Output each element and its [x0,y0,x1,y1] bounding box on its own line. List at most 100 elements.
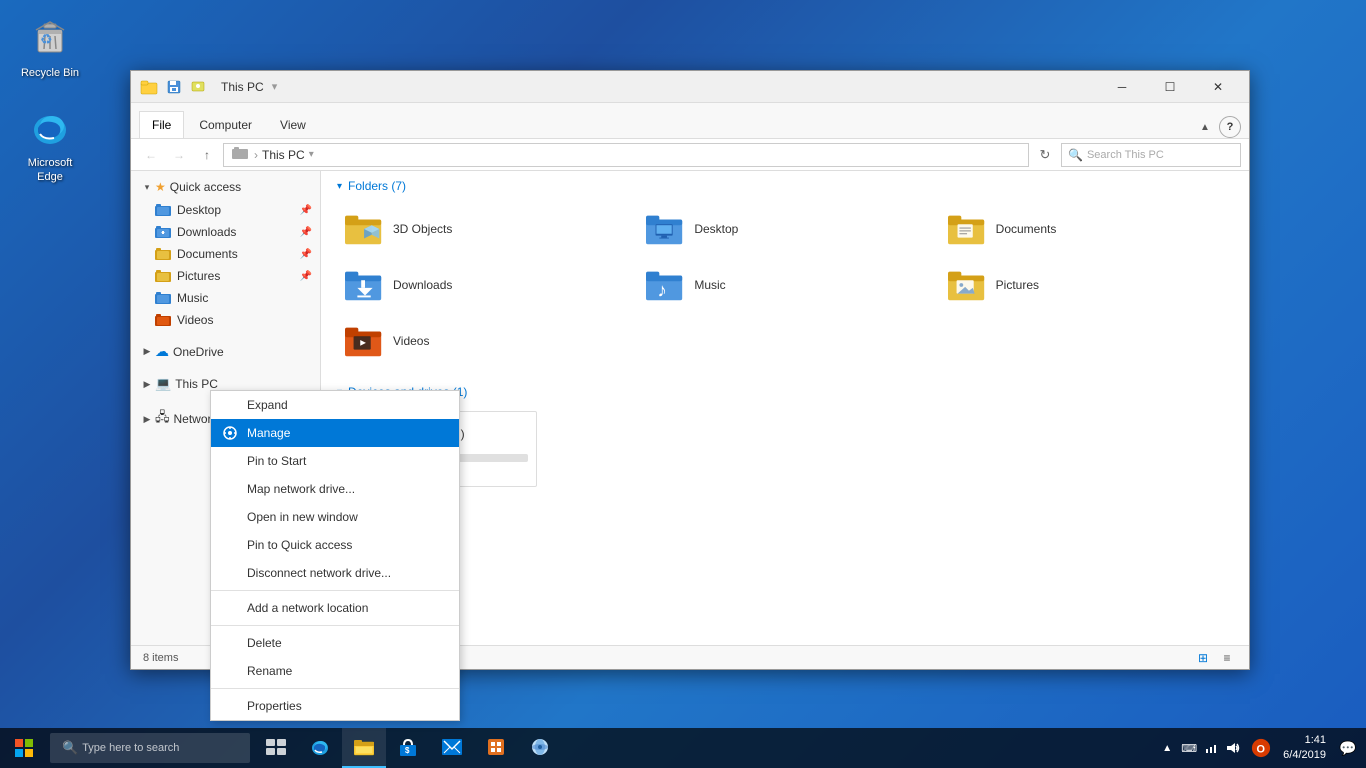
folder-item-music[interactable]: ♪ Music [638,261,931,309]
folder-item-3dobjects[interactable]: 3D Objects [337,205,630,253]
view-details-btn[interactable]: ≡ [1217,648,1237,668]
drives-container: Local Disk (C:) Free space available [337,411,1233,487]
title-bar: This PC ▾ ─ ☐ ✕ [131,71,1249,103]
sidebar-item-pictures[interactable]: Pictures 📌 [131,265,320,287]
tray-notification[interactable]: 💬 [1338,728,1358,768]
taskbar-search-icon: 🔍 [62,740,78,756]
tray-chevron[interactable]: ▲ [1157,728,1177,768]
up-button[interactable]: ↑ [195,143,219,167]
3dobjects-icon [345,211,385,247]
sidebar-item-music[interactable]: Music [131,287,320,309]
maximize-button[interactable]: ☐ [1147,71,1193,103]
thispc-arrow: ▶ [139,376,155,392]
tray-volume[interactable] [1223,728,1243,768]
taskbar-app-file-explorer[interactable] [342,728,386,768]
folder-item-videos[interactable]: Videos [337,317,630,365]
context-menu-item-pin-start[interactable]: Pin to Start [211,447,459,475]
taskbar-app-store[interactable]: $ [386,728,430,768]
close-button[interactable]: ✕ [1195,71,1241,103]
taskbar-app-6[interactable] [474,728,518,768]
refresh-button[interactable]: ↻ [1033,143,1057,167]
path-thispc: This PC [262,148,305,162]
taskbar-app-edge[interactable] [298,728,342,768]
qat-save-btn[interactable] [163,76,185,98]
context-menu-item-expand[interactable]: Expand [211,391,459,419]
quick-access-arrow: ▾ [139,179,155,195]
pin-start-label: Pin to Start [247,454,306,468]
folder-item-downloads[interactable]: Downloads [337,261,630,309]
desktop-icon-recycle-bin[interactable]: ♻ Recycle Bin [10,10,90,84]
ribbon-chevron: ▲ ? [1195,116,1241,138]
desktop-content-label: Desktop [694,222,738,236]
taskbar-icons: $ [254,728,562,768]
taskbar-app-7[interactable] [518,728,562,768]
context-menu-item-pin-quick[interactable]: Pin to Quick access [211,531,459,559]
context-menu-item-open-new[interactable]: Open in new window [211,503,459,531]
add-location-label: Add a network location [247,601,368,615]
sidebar-music-label: Music [177,291,208,305]
documents-content-icon [948,211,988,247]
desktop-content-icon [646,211,686,247]
context-menu-item-disconnect[interactable]: Disconnect network drive... [211,559,459,587]
search-box[interactable]: 🔍 Search This PC [1061,143,1241,167]
tab-file[interactable]: File [139,111,184,138]
path-separator: › [254,148,258,162]
desktop-pin-icon: 📌 [300,205,312,216]
taskbar-clock[interactable]: 1:41 6/4/2019 [1275,733,1334,764]
sidebar-documents-label: Documents [177,247,238,261]
context-menu-item-delete[interactable]: Delete [211,629,459,657]
delete-label: Delete [247,636,282,650]
qat-undo-btn[interactable] [187,76,209,98]
taskbar-app-task-view[interactable] [254,728,298,768]
svg-text:O: O [1257,744,1266,756]
sidebar-header-onedrive[interactable]: ▶ ☁ OneDrive [131,339,320,364]
disconnect-label: Disconnect network drive... [247,566,391,580]
context-menu-item-rename[interactable]: Rename [211,657,459,685]
sidebar-desktop-label: Desktop [177,203,221,217]
view-large-icons-btn[interactable]: ⊞ [1193,648,1213,668]
network-arrow: ▶ [139,411,155,427]
taskbar-search[interactable]: 🔍 Type here to search [50,733,250,763]
svg-text:♻: ♻ [40,31,53,47]
folders-section-header[interactable]: ▾ Folders (7) [337,179,1233,193]
context-menu-item-add-location[interactable]: Add a network location [211,594,459,622]
path-dropdown[interactable]: ▾ [309,149,314,160]
context-menu-item-properties[interactable]: Properties [211,692,459,720]
folder-item-desktop[interactable]: Desktop [638,205,931,253]
context-menu-item-map-drive[interactable]: Map network drive... [211,475,459,503]
search-icon: 🔍 [1068,148,1083,162]
folder-item-pictures[interactable]: Pictures [940,261,1233,309]
desktop-icon-edge[interactable]: MicrosoftEdge [10,100,90,189]
sidebar-item-desktop[interactable]: Desktop 📌 [131,199,320,221]
folder-item-documents[interactable]: Documents [940,205,1233,253]
ribbon-collapse-btn[interactable]: ▲ [1195,117,1215,137]
drives-section-header[interactable]: ▾ Devices and drives (1) [337,385,1233,399]
tray-network[interactable] [1201,728,1221,768]
videos-folder-icon [155,312,171,328]
sidebar-item-documents[interactable]: Documents 📌 [131,243,320,265]
tray-office[interactable]: O [1251,728,1271,768]
music-content-icon: ♪ [646,267,686,303]
ribbon: File Computer View ▲ ? [131,103,1249,139]
tab-computer[interactable]: Computer [186,111,265,138]
start-button[interactable] [0,728,48,768]
sidebar-item-downloads[interactable]: Downloads 📌 [131,221,320,243]
onedrive-icon: ☁ [155,343,169,360]
tab-view[interactable]: View [267,111,319,138]
clock-time: 1:41 [1283,733,1326,748]
music-folder-icon [155,290,171,306]
taskbar-app-mail[interactable] [430,728,474,768]
tray-language[interactable]: ⌨ [1179,728,1199,768]
taskbar-right: ▲ ⌨ [1153,728,1366,768]
pictures-content-label: Pictures [996,278,1039,292]
forward-button[interactable]: → [167,143,191,167]
back-button[interactable]: ← [139,143,163,167]
sidebar-header-quick-access[interactable]: ▾ ★ Quick access [131,175,320,199]
help-button[interactable]: ? [1219,116,1241,138]
sidebar-item-videos[interactable]: Videos [131,309,320,331]
context-menu-item-manage[interactable]: Manage [211,419,459,447]
minimize-button[interactable]: ─ [1099,71,1145,103]
onedrive-label: OneDrive [173,345,224,359]
address-path[interactable]: › This PC ▾ [223,143,1029,167]
context-menu-separator-3 [211,688,459,689]
